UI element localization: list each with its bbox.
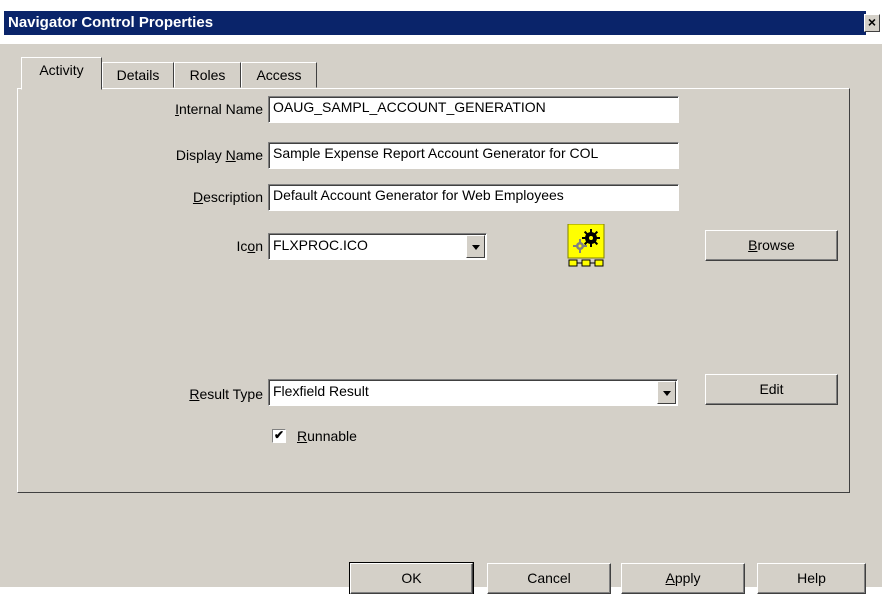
internal-name-field[interactable]: OAUG_SAMPL_ACCOUNT_GENERATION	[268, 96, 679, 123]
edit-button[interactable]: Edit	[705, 374, 838, 405]
tab-access[interactable]: Access	[241, 62, 317, 88]
window-title: Navigator Control Properties	[4, 11, 866, 35]
apply-button[interactable]: Apply	[621, 563, 745, 594]
result-type-select[interactable]: Flexfield Result	[268, 379, 678, 406]
dialog-window: Navigator Control Properties × Activity …	[0, 0, 882, 594]
result-type-label: Result Type	[189, 386, 263, 402]
gears-icon	[566, 223, 606, 268]
browse-button[interactable]: Browse	[705, 230, 838, 261]
result-type-value: Flexfield Result	[273, 383, 369, 399]
chevron-down-icon[interactable]	[657, 381, 676, 404]
tab-activity[interactable]: Activity	[21, 57, 102, 90]
runnable-checkbox[interactable]: ✔	[272, 429, 286, 443]
description-field[interactable]: Default Account Generator for Web Employ…	[268, 184, 679, 211]
close-button[interactable]: ×	[864, 14, 880, 32]
cancel-button[interactable]: Cancel	[487, 563, 611, 594]
title-bar: Navigator Control Properties ×	[0, 0, 882, 44]
internal-name-label: Internal Name	[175, 101, 263, 117]
tab-details[interactable]: Details	[102, 62, 174, 88]
icon-select[interactable]: FLXPROC.ICO	[268, 233, 487, 260]
description-label: Description	[192, 189, 263, 205]
display-name-field[interactable]: Sample Expense Report Account Generator …	[268, 142, 679, 169]
help-button[interactable]: Help	[757, 563, 866, 594]
ok-button[interactable]: OK	[349, 562, 474, 594]
icon-select-value: FLXPROC.ICO	[273, 237, 368, 253]
icon-label: Icon	[236, 238, 263, 254]
tab-roles[interactable]: Roles	[174, 62, 241, 88]
chevron-down-icon[interactable]	[466, 235, 485, 258]
runnable-label[interactable]: Runnable	[297, 428, 357, 444]
display-name-label: Display Name	[175, 147, 263, 163]
